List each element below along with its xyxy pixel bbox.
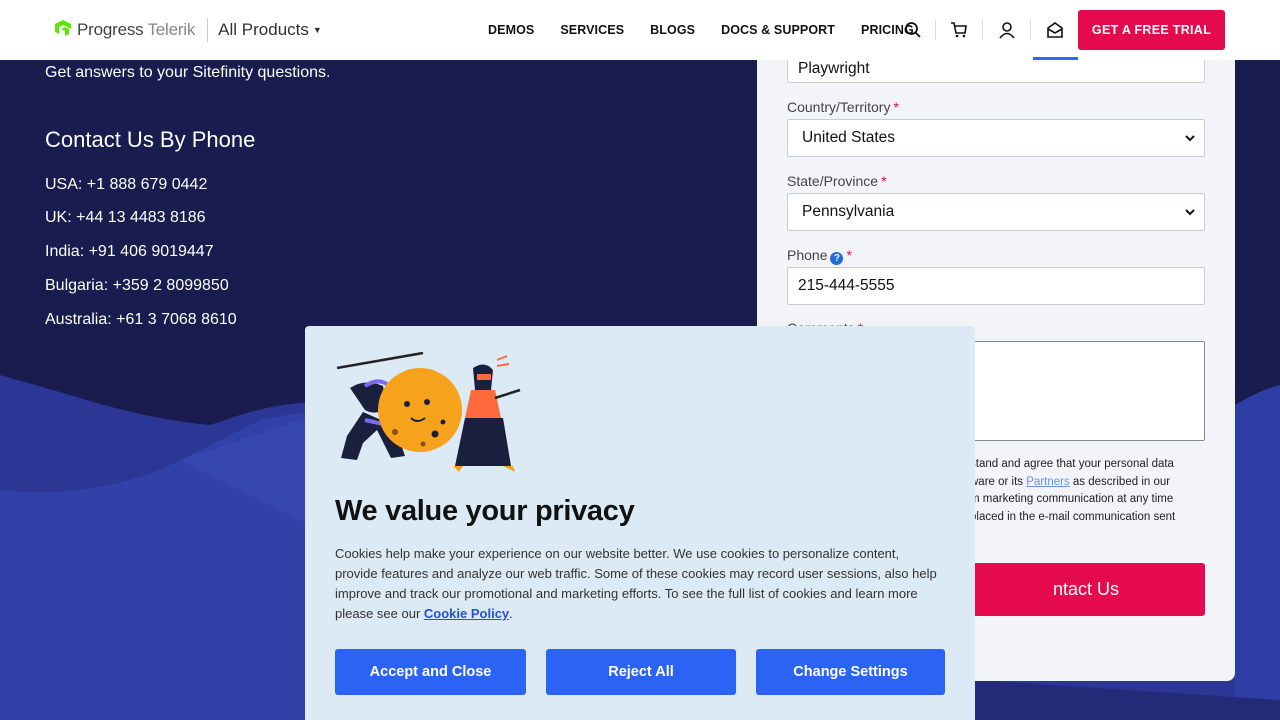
cart-icon[interactable]	[947, 18, 971, 42]
change-settings-button[interactable]: Change Settings	[756, 649, 945, 695]
chevron-down-icon	[1184, 131, 1196, 149]
company-value: Playwright	[798, 59, 870, 77]
cookie-consent-dialog: We value your privacy Cookies help make …	[305, 326, 975, 720]
header-divider	[935, 20, 936, 40]
consent-line-2-pre: ware or its	[970, 475, 1027, 488]
active-tab-indicator	[1033, 57, 1078, 60]
site-header: Progress Telerik All Products ▼ DEMOS SER…	[0, 0, 1280, 60]
reject-all-button[interactable]: Reject All	[546, 649, 736, 695]
all-products-label: All Products	[218, 20, 309, 39]
cookie-dialog-title: We value your privacy	[335, 495, 635, 527]
phone-usa: USA: +1 888 679 0442	[45, 176, 208, 193]
country-select[interactable]: United States	[787, 119, 1205, 157]
header-divider	[982, 20, 983, 40]
nav-demos[interactable]: DEMOS	[488, 23, 534, 37]
chevron-down-icon	[1184, 205, 1196, 223]
accept-and-close-button[interactable]: Accept and Close	[335, 649, 526, 695]
progress-telerik-logo[interactable]: Progress Telerik All Products ▼	[55, 18, 322, 42]
state-select[interactable]: Pennsylvania	[787, 193, 1205, 231]
cookie-body-end: .	[509, 606, 513, 621]
nav-docs-support[interactable]: DOCS & SUPPORT	[721, 23, 835, 37]
phone-uk: UK: +44 13 4483 8186	[45, 209, 206, 226]
country-label-text: Country/Territory	[787, 99, 891, 115]
logo-text: Progress Telerik	[77, 20, 195, 40]
ninja-cookie-illustration	[336, 351, 521, 472]
phone-india: India: +91 406 9019447	[45, 243, 214, 260]
phone-input[interactable]: 215-444-5555	[787, 267, 1205, 305]
answers-text: Get answers to your Sitefinity questions…	[45, 64, 331, 81]
state-value: Pennsylvania	[802, 203, 895, 220]
logo-divider	[207, 18, 209, 42]
phone-value: 215-444-5555	[798, 277, 895, 294]
header-divider	[1030, 20, 1031, 40]
state-label-text: State/Province	[787, 173, 879, 189]
caret-down-icon: ▼	[312, 25, 322, 35]
cookie-policy-link[interactable]: Cookie Policy	[424, 606, 509, 621]
nav-blogs[interactable]: BLOGS	[650, 23, 695, 37]
logo-secondary: Telerik	[147, 20, 196, 39]
all-products-dropdown[interactable]: All Products ▼	[218, 20, 322, 40]
country-label: Country/Territory *	[787, 99, 899, 115]
phone-label: Phone? *	[787, 247, 852, 265]
phone-heading: Contact Us By Phone	[45, 127, 256, 152]
main-nav: DEMOS SERVICES BLOGS DOCS & SUPPORT PRIC…	[488, 0, 914, 60]
partners-link[interactable]: Partners	[1026, 476, 1069, 488]
logo-primary: Progress	[77, 20, 144, 39]
phone-australia: Australia: +61 3 7068 8610	[45, 311, 237, 328]
help-icon[interactable]: ?	[830, 252, 844, 265]
required-mark: *	[846, 247, 852, 263]
country-value: United States	[802, 129, 896, 146]
nav-services[interactable]: SERVICES	[560, 23, 624, 37]
free-trial-button[interactable]: GET A FREE TRIAL	[1078, 10, 1225, 50]
consent-line-2-post: as described in our	[1069, 475, 1171, 488]
required-mark: *	[893, 99, 899, 115]
required-mark: *	[881, 173, 887, 189]
cookie-dialog-body: Cookies help make your experience on our…	[335, 544, 945, 624]
search-icon[interactable]	[901, 18, 925, 42]
user-icon[interactable]	[995, 18, 1019, 42]
mail-icon[interactable]	[1043, 18, 1067, 42]
phone-bulgaria: Bulgaria: +359 2 8099850	[45, 277, 229, 294]
progress-logo-icon	[55, 20, 73, 40]
phone-label-text: Phone	[787, 247, 828, 263]
state-label: State/Province *	[787, 173, 887, 189]
